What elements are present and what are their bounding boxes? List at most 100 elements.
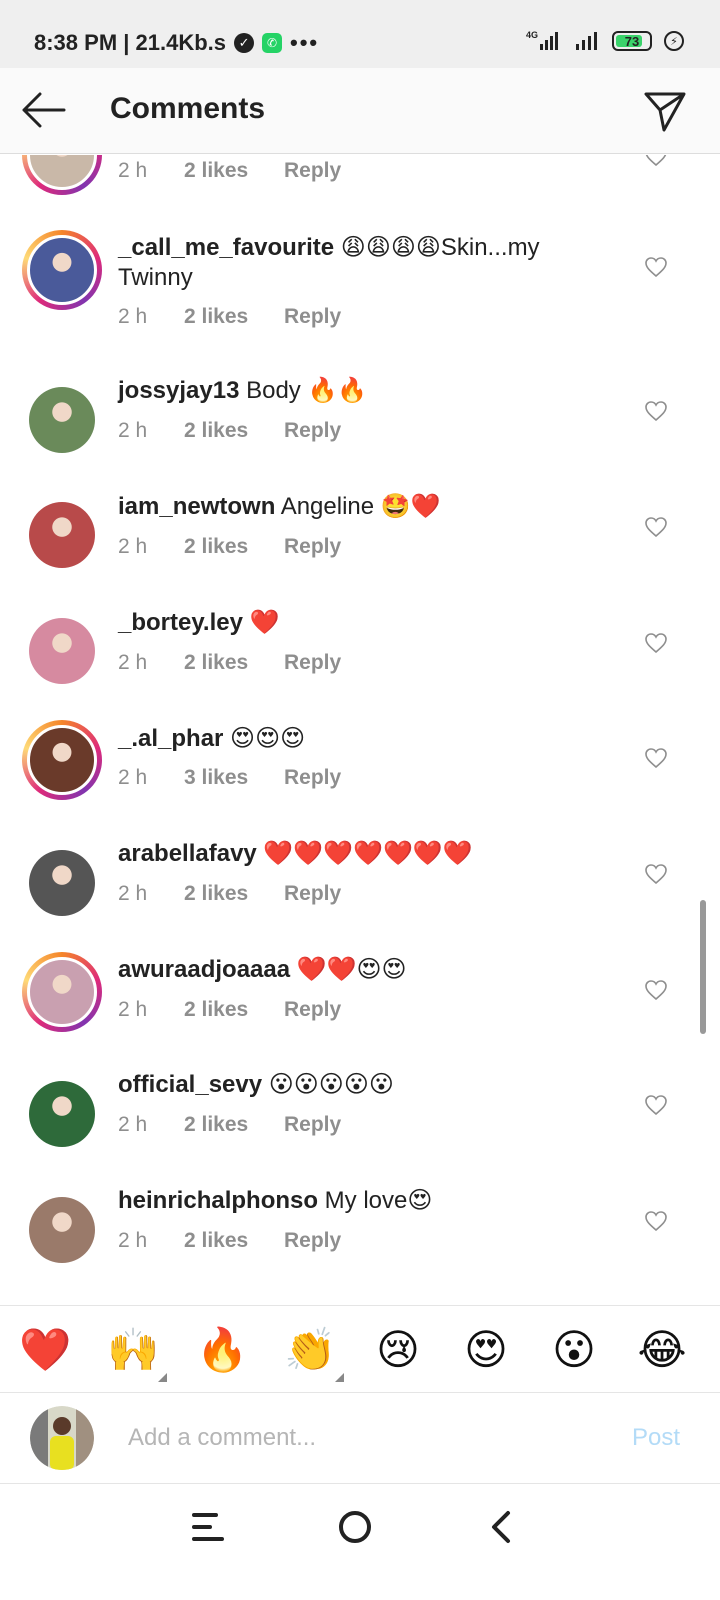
comment-username[interactable]: official_sevy xyxy=(118,1071,262,1098)
nav-back-icon[interactable] xyxy=(488,1509,514,1545)
skin-tone-variants-indicator xyxy=(158,1373,167,1382)
like-heart-icon[interactable] xyxy=(644,1094,668,1116)
surprised-face-icon[interactable]: 😮 xyxy=(548,1324,600,1376)
comment-avatar[interactable] xyxy=(22,380,102,460)
avatar-image xyxy=(27,155,97,190)
comment-likes[interactable]: 2 likes xyxy=(184,998,284,1022)
comment-likes[interactable]: 2 likes xyxy=(184,159,284,183)
avatar-image xyxy=(27,235,97,305)
reply-button[interactable]: Reply xyxy=(284,1113,341,1137)
comment-avatar[interactable] xyxy=(22,1074,102,1154)
like-heart-icon[interactable] xyxy=(644,747,668,769)
comment-likes[interactable]: 3 likes xyxy=(184,766,284,790)
comment-time: 2 h xyxy=(118,882,148,905)
reply-button[interactable]: Reply xyxy=(284,1229,341,1253)
battery-icon: 73 xyxy=(612,31,652,51)
comment-avatar[interactable] xyxy=(22,952,102,1032)
comment-username[interactable]: awuraadjoaaaa xyxy=(118,956,290,983)
reply-button[interactable]: Reply xyxy=(284,882,341,906)
comment-likes[interactable]: 2 likes xyxy=(184,305,284,329)
clapping-hands-icon[interactable]: 👏 xyxy=(284,1324,344,1382)
comment-username[interactable]: arabellafavy xyxy=(118,840,257,867)
like-heart-icon[interactable] xyxy=(644,155,668,167)
reply-button[interactable]: Reply xyxy=(284,305,341,329)
data-saver-icon: ⚡ xyxy=(664,31,684,51)
emoji-glyph: 😍 xyxy=(464,1326,508,1373)
raising-hands-icon[interactable]: 🙌 xyxy=(107,1324,167,1382)
like-heart-icon[interactable] xyxy=(644,979,668,1001)
reply-button[interactable]: Reply xyxy=(284,766,341,790)
comment-likes[interactable]: 2 likes xyxy=(184,535,284,559)
comment-meta: 2 h 2 likes Reply xyxy=(118,882,341,906)
crying-face-icon[interactable]: 😢 xyxy=(372,1324,424,1376)
comment-body: 😮😮😮😮😮 xyxy=(262,1071,394,1098)
comment-likes[interactable]: 2 likes xyxy=(184,1113,284,1137)
comment-time: 2 h xyxy=(118,1113,148,1136)
like-heart-icon[interactable] xyxy=(644,863,668,885)
like-heart-icon[interactable] xyxy=(644,256,668,278)
skin-tone-variants-indicator xyxy=(335,1373,344,1382)
reply-button[interactable]: Reply xyxy=(284,651,341,675)
avatar-image xyxy=(29,502,95,568)
comment-username[interactable]: jossyjay13 xyxy=(118,377,239,404)
comment-avatar[interactable] xyxy=(22,1190,102,1270)
comment-time: 2 h xyxy=(118,159,148,182)
battery-level: 73 xyxy=(624,33,640,49)
comment-username[interactable]: _.al_phar xyxy=(118,725,223,752)
like-heart-icon[interactable] xyxy=(644,632,668,654)
reply-button[interactable]: Reply xyxy=(284,535,341,559)
like-heart-icon[interactable] xyxy=(644,400,668,422)
comment-username[interactable]: heinrichalphonso xyxy=(118,1187,318,1214)
comment-likes[interactable]: 2 likes xyxy=(184,882,284,906)
home-icon[interactable] xyxy=(339,1511,371,1543)
comment-avatar[interactable] xyxy=(22,843,102,923)
comment-composer: Post xyxy=(0,1394,720,1484)
comment-username[interactable]: iam_newtown xyxy=(118,493,275,520)
comment-likes[interactable]: 2 likes xyxy=(184,1229,284,1253)
comment-likes[interactable]: 2 likes xyxy=(184,651,284,675)
back-arrow-icon[interactable] xyxy=(20,90,66,130)
comment-avatar[interactable] xyxy=(22,230,102,310)
tears-of-joy-icon[interactable]: 😂 xyxy=(636,1324,688,1376)
heart-eyes-icon[interactable]: 😍 xyxy=(460,1324,512,1376)
comment-avatar[interactable] xyxy=(22,495,102,575)
comment-avatar[interactable] xyxy=(22,155,102,195)
scrollbar[interactable] xyxy=(700,900,706,1034)
reply-button[interactable]: Reply xyxy=(284,998,341,1022)
reply-button[interactable]: Reply xyxy=(284,419,341,443)
like-heart-icon[interactable] xyxy=(644,516,668,538)
fire-icon[interactable]: 🔥 xyxy=(196,1324,248,1376)
comment-time: 2 h xyxy=(118,766,148,789)
comment-username[interactable]: _bortey.ley xyxy=(118,609,243,636)
emoji-quick-bar: ❤️ 🙌 🔥 👏 😢 😍 😮 😂 xyxy=(0,1305,720,1393)
red-heart-icon[interactable]: ❤️ xyxy=(19,1324,71,1376)
comment-time: 2 h xyxy=(118,305,148,328)
system-nav-bar xyxy=(0,1485,720,1600)
signal-icon xyxy=(576,32,597,50)
signal-4g-icon: 4G xyxy=(526,30,558,50)
comment-meta: 2 h 2 likes Reply xyxy=(118,535,341,559)
like-heart-icon[interactable] xyxy=(644,1210,668,1232)
comment-avatar[interactable] xyxy=(22,720,102,800)
comment-meta: 2 h 2 likes Reply xyxy=(118,998,341,1022)
emoji-glyph: 😂 xyxy=(637,1326,687,1373)
comment-input[interactable] xyxy=(128,1420,588,1456)
comment-body: Angeline 🤩❤️ xyxy=(275,493,441,520)
direct-send-icon[interactable] xyxy=(642,88,688,134)
post-button[interactable]: Post xyxy=(632,1424,680,1452)
more-notifications-icon: ••• xyxy=(290,30,320,55)
comment-avatar[interactable] xyxy=(22,611,102,691)
recent-apps-icon[interactable] xyxy=(190,1511,226,1543)
comment-text: awuraadjoaaaa ❤️❤️😍😍 xyxy=(118,955,618,985)
avatar-image xyxy=(27,725,97,795)
emoji-glyph: 🔥 xyxy=(196,1326,249,1373)
comment-meta: 2 h 2 likes Reply xyxy=(118,1229,341,1253)
comment-username[interactable]: _call_me_favourite xyxy=(118,234,334,261)
comment-meta: 2 h 2 likes Reply xyxy=(118,305,341,329)
comment-meta: 2 h 2 likes Reply xyxy=(118,1113,341,1137)
comment-text: arabellafavy ❤️❤️❤️❤️❤️❤️❤️ xyxy=(118,839,618,869)
avatar-image xyxy=(29,850,95,916)
comments-list[interactable]: 2 h2 likes Reply _call_me_favourite 😩😩😩😩Sk… xyxy=(0,155,720,1330)
reply-button[interactable]: Reply xyxy=(284,159,341,183)
comment-likes[interactable]: 2 likes xyxy=(184,419,284,443)
